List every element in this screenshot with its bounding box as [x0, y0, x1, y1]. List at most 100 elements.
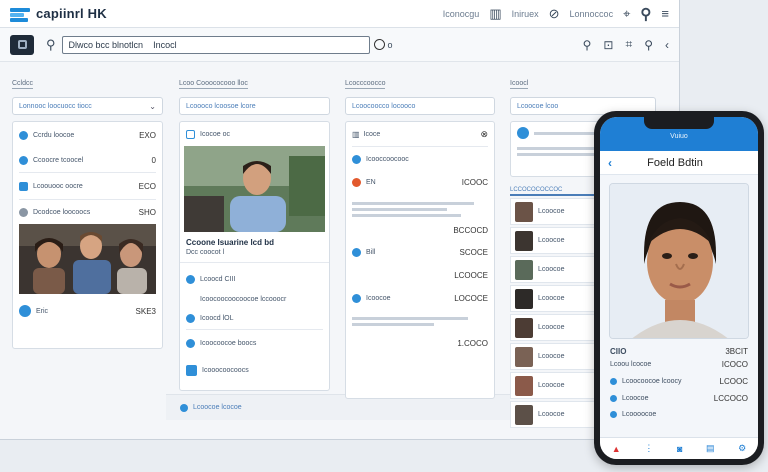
field-row[interactable]: Lcoou lcocoe ICOCO [600, 358, 758, 371]
gallery-item-label: Lcoocoe [538, 208, 565, 215]
list-item[interactable]: Eric SKE3 [13, 294, 162, 328]
document-icon [186, 364, 197, 376]
title-link-3[interactable]: Lonnoccoc [570, 9, 614, 19]
list-item[interactable]: BCCOCD [346, 220, 494, 240]
column-title: Ccldcc [12, 80, 34, 89]
files-tab-icon[interactable]: ▤ [706, 443, 715, 454]
menu-icon[interactable]: ≡ [661, 6, 669, 21]
field-row[interactable]: Lcoooocoe [600, 405, 758, 420]
column-title: Icoocl [510, 80, 529, 89]
column-dropdown[interactable]: Lcoocoocco locooco [345, 97, 495, 115]
column-people: Ccldcc Lonnooc loocuocc tiocc ⌄ Ccrdu lo… [12, 72, 163, 349]
thumbnail [515, 404, 533, 425]
crop-icon[interactable]: ⌗ [625, 37, 632, 52]
gallery-item-label: Lcoocoe [538, 324, 565, 331]
profile-panel: Icocoe oc Ccoone Isuarine lcd bd Dcc coo… [179, 121, 330, 391]
title-link-2[interactable]: Iniruex [512, 9, 539, 19]
search-input[interactable] [61, 35, 370, 54]
text-lines [346, 193, 494, 217]
clear-search-icon[interactable] [373, 39, 385, 50]
column-details: Lcocccoocco Lcoocoocco locooco ▥ Icoce ⊗… [345, 72, 495, 399]
search-icon [352, 154, 361, 164]
list-item[interactable]: EN ICOOC [346, 171, 494, 193]
grid-view-icon[interactable]: ⊡ [603, 38, 613, 52]
list-item[interactable]: Icoocoocoe boocs [180, 330, 329, 356]
settings-tab-icon[interactable]: ⚙ [738, 443, 746, 454]
columns-icon[interactable]: ▥ [489, 6, 501, 22]
group-icon [19, 207, 28, 217]
people-panel: Ccrdu loocoe EXO Ccoocre tcoocel 0 Lcoou… [12, 121, 163, 349]
thumbnail [515, 259, 533, 280]
gallery-item-label: Lcoocoe [538, 266, 565, 273]
gallery-item-label: Lcoocoe [538, 295, 565, 302]
thumbnail [515, 230, 533, 251]
field-row[interactable]: Lcoocoe LCCOCO [600, 388, 758, 405]
phone-icon [610, 411, 617, 418]
list-item[interactable]: Bill SCOCE [346, 240, 494, 264]
list-item[interactable]: Icoocd lOL [180, 307, 329, 329]
title-bar: capiinrl HK Iconocgu ▥ Iniruex ⊘ Lonnocc… [0, 0, 679, 28]
profile-icon [186, 129, 195, 139]
search-icon: ⚲ [46, 36, 56, 52]
avatar-icon [19, 155, 28, 165]
location-icon [352, 247, 361, 257]
desktop-window: capiinrl HK Iconocgu ▥ Iniruex ⊘ Lonnocc… [0, 0, 680, 440]
contacts-tab-icon[interactable]: ⋮ [644, 443, 653, 454]
list-item[interactable]: Ccoocre tcoocel 0 [13, 148, 162, 172]
list-item[interactable]: Dcodcoe loocoocs SHO [13, 200, 162, 224]
portrait-photo[interactable] [609, 183, 749, 339]
find-icon[interactable]: ⚲ [644, 38, 653, 52]
field-row[interactable]: CIIO 3BCIT [600, 345, 758, 358]
calendar-icon [352, 293, 361, 303]
chevron-down-icon: ⌄ [149, 101, 156, 111]
search-icon[interactable]: ⚲ [640, 5, 651, 23]
title-link-1[interactable]: Iconocgu [443, 9, 480, 19]
list-item[interactable]: Icooocoocoocs [180, 356, 329, 384]
gallery-item-label: Lcoocoe [538, 382, 565, 389]
collapse-icon[interactable]: ‹ [665, 38, 669, 52]
zoom-icon[interactable]: ⚲ [583, 38, 592, 52]
details-panel: ▥ Icoce ⊗ Icooccoocooc EN ICOOC BCCOCD B… [345, 121, 495, 399]
info-icon[interactable]: ⊘ [549, 6, 560, 22]
field-row[interactable]: Lcoocoocoe lcoocy LCOOC [600, 371, 758, 388]
phone-header: ‹ Foeld Bdtin [600, 151, 758, 175]
toolbar: ⚲ o ⚲ ⊡ ⌗ ⚲ ‹ [0, 28, 679, 62]
list-item[interactable]: 1.COCO [346, 333, 494, 353]
list-item[interactable]: Icoocoe LOCOCE [346, 286, 494, 310]
tag-icon [19, 181, 28, 191]
list-item[interactable]: Ccrdu loocoe EXO [13, 122, 162, 148]
camera-tab-icon[interactable]: ◙ [677, 444, 682, 454]
home-tab-icon[interactable]: ▲ [612, 444, 621, 454]
phone-title: Foeld Bdtin [647, 156, 703, 169]
column-title: Lcocccoocco [345, 80, 386, 89]
list-item[interactable]: Icoocoocoocoocoe lccooocr [180, 291, 329, 307]
thumbnail [515, 317, 533, 338]
text-lines [346, 310, 494, 333]
group-photo[interactable] [19, 224, 156, 294]
list-item[interactable]: Lcoocd CIII [180, 267, 329, 291]
photo-subcaption: Dcc coocot l [180, 249, 329, 263]
thumbnail [515, 288, 533, 309]
pin-icon[interactable]: ⌖ [623, 6, 630, 22]
status-icon [180, 403, 188, 412]
list-item[interactable]: LCOOCE [346, 264, 494, 286]
mail-icon [186, 338, 195, 348]
thumbnail [515, 375, 533, 396]
gallery-item-label: Lcoocoe [538, 353, 565, 360]
title-bar-actions: Iconocgu ▥ Iniruex ⊘ Lonnoccoc ⌖ ⚲ ≡ [443, 5, 669, 23]
column-dropdown[interactable]: Lcoooco lcoosoe lcore [179, 97, 330, 115]
column-dropdown[interactable]: Lonnooc loocuocc tiocc ⌄ [12, 97, 163, 115]
result-count-icon: o [387, 39, 393, 50]
list-item[interactable]: Lcoouooc oocre ECO [13, 173, 162, 199]
sidebar-toggle-button[interactable] [10, 34, 34, 55]
close-icon[interactable]: ⊗ [480, 129, 488, 140]
photo-caption: Ccoone Isuarine lcd bd [186, 238, 275, 247]
thumbnail [515, 346, 533, 367]
list-item[interactable]: Icooccoocooc [346, 147, 494, 171]
profile-photo[interactable] [184, 146, 325, 232]
mail-icon [610, 395, 617, 402]
toolbar-actions: ⚲ ⊡ ⌗ ⚲ ‹ [583, 37, 669, 52]
thumbnail [515, 201, 533, 222]
stage: capiinrl HK Iconocgu ▥ Iniruex ⊘ Lonnocc… [0, 0, 768, 472]
phone-screen: Vuiuo ‹ Foeld Bdtin CIIO 3BCIT Lcoou lco… [600, 117, 758, 459]
